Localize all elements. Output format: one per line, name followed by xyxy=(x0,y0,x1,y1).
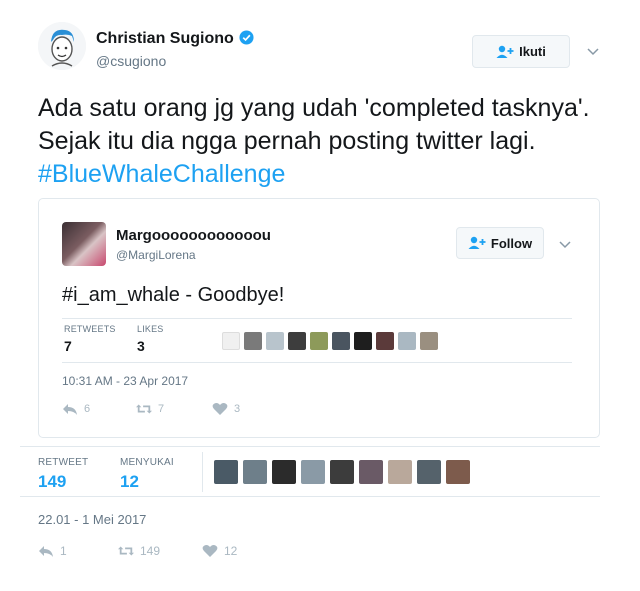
liker-avatars xyxy=(214,460,470,484)
quoted-author-name[interactable]: Margoooooooooooou xyxy=(116,227,271,244)
quoted-follow-button[interactable]: Follow xyxy=(456,227,544,259)
liker-avatar[interactable] xyxy=(332,332,350,350)
stats-separator xyxy=(202,452,203,492)
retweet-icon xyxy=(118,546,134,556)
retweet-action-count: 149 xyxy=(140,544,161,558)
reply-icon xyxy=(63,404,77,415)
follow-person-icon xyxy=(468,236,486,249)
retweet-label: RETWEET xyxy=(38,457,89,468)
quoted-liker-avatars xyxy=(222,332,438,350)
liker-avatar[interactable] xyxy=(288,332,306,350)
quoted-timestamp[interactable]: 10:31 AM - 23 Apr 2017 xyxy=(62,374,188,388)
tweet-text: Ada satu orang jg yang udah 'completed t… xyxy=(38,92,598,191)
liker-avatar[interactable] xyxy=(301,460,325,484)
quoted-retweet-count: 7 xyxy=(158,403,165,415)
chevron-down-icon[interactable] xyxy=(558,237,572,251)
quoted-author-avatar[interactable] xyxy=(62,222,106,266)
divider xyxy=(20,496,600,497)
retweet-icon xyxy=(136,404,152,414)
liker-avatar[interactable] xyxy=(388,460,412,484)
liker-avatar[interactable] xyxy=(266,332,284,350)
author-avatar[interactable] xyxy=(38,22,86,70)
likes-count[interactable]: 12 xyxy=(120,472,139,492)
quoted-like-count: 3 xyxy=(234,403,241,415)
divider xyxy=(62,318,572,319)
reply-action[interactable]: 1 xyxy=(38,544,67,558)
author-name[interactable]: Christian Sugiono xyxy=(96,30,254,48)
liker-avatar[interactable] xyxy=(398,332,416,350)
like-action-count: 12 xyxy=(224,544,238,558)
reply-icon xyxy=(39,546,53,557)
follow-button-label: Ikuti xyxy=(519,44,546,59)
quoted-like-action[interactable]: 3 xyxy=(212,402,240,416)
follow-button[interactable]: Ikuti xyxy=(472,35,570,68)
tweet-timestamp[interactable]: 22.01 - 1 Mei 2017 xyxy=(38,512,146,527)
quoted-retweet-action[interactable]: 7 xyxy=(136,402,164,416)
retweet-count[interactable]: 149 xyxy=(38,472,66,492)
liker-avatar[interactable] xyxy=(359,460,383,484)
reply-count: 1 xyxy=(60,544,67,558)
liker-avatar[interactable] xyxy=(376,332,394,350)
liker-avatar[interactable] xyxy=(417,460,441,484)
heart-icon xyxy=(202,545,218,557)
verified-badge-icon xyxy=(239,30,254,45)
quoted-likes-label: LIKES xyxy=(137,324,164,334)
likes-label: MENYUKAI xyxy=(120,457,174,468)
liker-avatar[interactable] xyxy=(272,460,296,484)
retweet-action[interactable]: 149 xyxy=(118,544,160,558)
quoted-likes-count[interactable]: 3 xyxy=(137,338,145,354)
liker-avatar[interactable] xyxy=(310,332,328,350)
liker-avatar[interactable] xyxy=(330,460,354,484)
liker-avatar[interactable] xyxy=(222,332,240,350)
author-avatar-illustration xyxy=(38,22,86,70)
quoted-author-handle[interactable]: @MargiLorena xyxy=(116,248,196,262)
quoted-tweet-text: #i_am_whale - Goodbye! xyxy=(62,284,285,306)
quoted-reply-action[interactable]: 6 xyxy=(62,402,90,416)
like-action[interactable]: 12 xyxy=(202,544,237,558)
liker-avatar[interactable] xyxy=(214,460,238,484)
quoted-retweets-count[interactable]: 7 xyxy=(64,338,72,354)
divider xyxy=(62,362,572,363)
author-handle[interactable]: @csugiono xyxy=(96,53,166,69)
quoted-follow-button-label: Follow xyxy=(490,235,533,251)
tweet-text-body: Ada satu orang jg yang udah 'completed t… xyxy=(38,94,590,155)
heart-icon xyxy=(212,403,228,415)
chevron-down-icon[interactable] xyxy=(586,44,600,58)
quoted-retweets-label: RETWEETS xyxy=(64,324,116,334)
hashtag-link[interactable]: #BlueWhaleChallenge xyxy=(38,160,285,188)
author-name-text: Christian Sugiono xyxy=(96,30,234,47)
liker-avatar[interactable] xyxy=(244,332,262,350)
liker-avatar[interactable] xyxy=(446,460,470,484)
follow-person-icon xyxy=(496,45,514,58)
liker-avatar[interactable] xyxy=(243,460,267,484)
liker-avatar[interactable] xyxy=(420,332,438,350)
quoted-reply-count: 6 xyxy=(84,403,91,415)
liker-avatar[interactable] xyxy=(354,332,372,350)
divider xyxy=(20,446,600,447)
